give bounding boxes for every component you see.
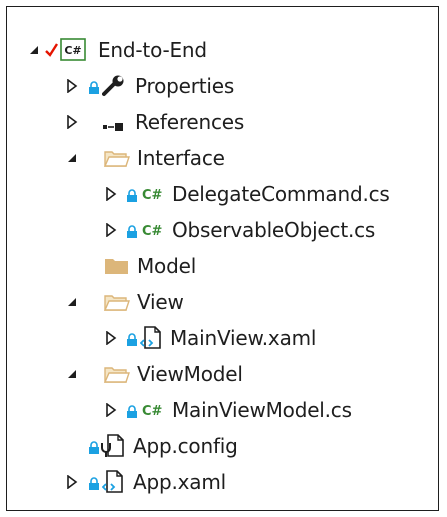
- checkmark-icon: [45, 42, 59, 58]
- tree-item-interface[interactable]: Interface: [7, 140, 438, 176]
- solution-explorer-panel: C# End-to-End Properties References Inte…: [6, 6, 439, 511]
- collapsed-arrow-icon[interactable]: [63, 113, 81, 131]
- folder-open-icon: [103, 293, 130, 311]
- tree-item-label: App.xaml: [133, 470, 226, 494]
- tree-item-label: View: [137, 290, 184, 314]
- tree-item-properties[interactable]: Properties: [7, 68, 438, 104]
- lock-icon: [88, 440, 100, 454]
- wrench-icon: [102, 75, 126, 97]
- csharp-file-icon: C#: [142, 185, 164, 203]
- lock-icon: [88, 80, 100, 94]
- collapsed-arrow-icon[interactable]: [102, 185, 120, 203]
- tree-item-label: App.config: [133, 434, 238, 458]
- tree-item-label: Interface: [137, 146, 225, 170]
- tree-item-mainview-xaml[interactable]: MainView.xaml: [7, 320, 438, 356]
- csharp-project-icon: C#: [60, 38, 86, 61]
- lock-icon: [88, 476, 100, 490]
- folder-open-icon: [103, 149, 130, 167]
- tree-item-app-config[interactable]: App.config: [7, 428, 438, 464]
- expanded-arrow-icon[interactable]: [63, 365, 81, 383]
- lock-icon: [126, 404, 138, 418]
- tree-item-label: Model: [137, 254, 197, 278]
- csharp-glyph: C#: [142, 404, 163, 419]
- csharp-file-icon: C#: [142, 401, 164, 419]
- tree-item-view[interactable]: View: [7, 284, 438, 320]
- csharp-glyph: C#: [142, 188, 163, 203]
- collapsed-arrow-icon[interactable]: [102, 329, 120, 347]
- config-file-icon: [100, 434, 124, 458]
- references-icon: [103, 117, 127, 131]
- tree-item-viewmodel[interactable]: ViewModel: [7, 356, 438, 392]
- tree-item-label: DelegateCommand.cs: [172, 182, 390, 206]
- csharp-glyph: C#: [64, 44, 81, 57]
- csharp-glyph: C#: [142, 224, 163, 239]
- expanded-arrow-icon[interactable]: [25, 41, 43, 59]
- collapsed-arrow-icon[interactable]: [102, 401, 120, 419]
- collapsed-arrow-icon[interactable]: [63, 473, 81, 491]
- lock-icon: [126, 224, 138, 238]
- collapsed-arrow-icon[interactable]: [63, 77, 81, 95]
- solution-tree: C# End-to-End Properties References Inte…: [7, 7, 438, 510]
- tree-item-app-xaml[interactable]: App.xaml: [7, 464, 438, 500]
- tree-item-label: End-to-End: [98, 38, 207, 62]
- tree-item-label: ViewModel: [137, 362, 243, 386]
- tree-item-label: ObservableObject.cs: [172, 218, 376, 242]
- folder-closed-icon: [104, 257, 130, 275]
- xaml-file-icon: [139, 326, 162, 350]
- tree-item-delegatecommand[interactable]: C# DelegateCommand.cs: [7, 176, 438, 212]
- tree-item-label: MainView.xaml: [170, 326, 317, 350]
- folder-open-icon: [103, 365, 130, 383]
- tree-item-label: MainViewModel.cs: [172, 398, 352, 422]
- lock-icon: [126, 188, 138, 202]
- tree-item-mainviewmodel[interactable]: C# MainViewModel.cs: [7, 392, 438, 428]
- tree-item-references[interactable]: References: [7, 104, 438, 140]
- tree-item-model[interactable]: Model: [7, 248, 438, 284]
- lock-icon: [126, 332, 138, 346]
- expanded-arrow-icon[interactable]: [63, 293, 81, 311]
- xaml-file-icon: [101, 470, 124, 494]
- csharp-file-icon: C#: [142, 221, 164, 239]
- tree-item-end-to-end[interactable]: C# End-to-End: [7, 32, 438, 68]
- expanded-arrow-icon[interactable]: [63, 149, 81, 167]
- tree-item-label: References: [135, 110, 245, 134]
- tree-item-label: Properties: [135, 74, 235, 98]
- tree-item-observableobject[interactable]: C# ObservableObject.cs: [7, 212, 438, 248]
- collapsed-arrow-icon[interactable]: [102, 221, 120, 239]
